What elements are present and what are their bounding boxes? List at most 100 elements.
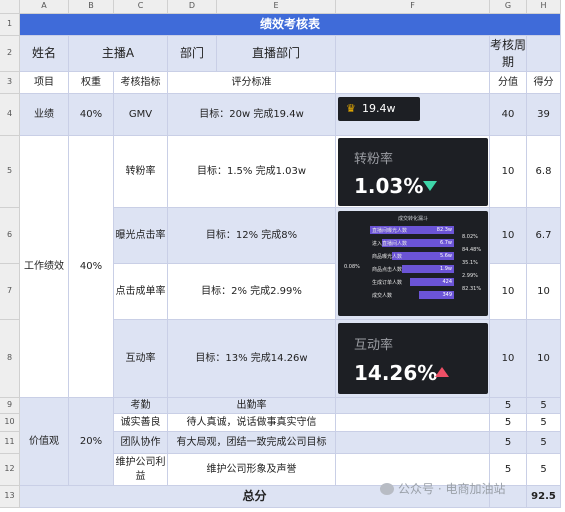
attendance-score-cell[interactable]: 5 bbox=[527, 398, 561, 414]
honesty-score-cell[interactable]: 5 bbox=[527, 414, 561, 432]
row2-blank-cell[interactable] bbox=[336, 36, 490, 72]
performance-item-cell[interactable]: 业绩 bbox=[20, 94, 69, 136]
company-interest-indicator-cell[interactable]: 维护公司利益 bbox=[114, 454, 168, 486]
funnel-rate: 84.48% bbox=[462, 247, 482, 253]
gmv-value-cell[interactable]: 40 bbox=[490, 94, 527, 136]
col-header-a[interactable]: A bbox=[20, 0, 69, 14]
funnel-left-rate: 0.08% bbox=[344, 264, 360, 270]
order-indicator-cell[interactable]: 点击成单率 bbox=[114, 264, 168, 320]
teamwork-standard-cell[interactable]: 有大局观，团结一致完成公司目标 bbox=[168, 432, 336, 454]
fans-score-cell[interactable]: 6.8 bbox=[527, 136, 561, 208]
funnel-stage-label: 成交人数 bbox=[372, 293, 393, 299]
row-header-8[interactable]: 8 bbox=[0, 320, 20, 398]
funnel-stage-value: 82.3w bbox=[436, 227, 452, 233]
header-weight[interactable]: 权重 bbox=[69, 72, 114, 94]
header-item[interactable]: 项目 bbox=[20, 72, 69, 94]
funnel-rate: 2.99% bbox=[462, 273, 478, 279]
dept-label-cell[interactable]: 部门 bbox=[168, 36, 217, 72]
funnel-rate: 8.02% bbox=[462, 234, 478, 240]
attendance-standard-cell[interactable]: 出勤率 bbox=[168, 398, 336, 414]
interact-kpi-value: 14.26% bbox=[354, 361, 438, 385]
header-blank[interactable] bbox=[336, 72, 490, 94]
sheet-title[interactable]: 绩效考核表 bbox=[20, 14, 561, 36]
fans-indicator-cell[interactable]: 转粉率 bbox=[114, 136, 168, 208]
row-header-1[interactable]: 1 bbox=[0, 14, 20, 36]
col-header-f[interactable]: F bbox=[336, 0, 490, 14]
row-header-12[interactable]: 12 bbox=[0, 454, 20, 486]
row-header-6[interactable]: 6 bbox=[0, 208, 20, 264]
interact-standard-cell[interactable]: 目标：13% 完成14.26w bbox=[168, 320, 336, 398]
company-interest-score-cell[interactable]: 5 bbox=[527, 454, 561, 486]
name-label-cell[interactable]: 姓名 bbox=[20, 36, 69, 72]
row-header-5[interactable]: 5 bbox=[0, 136, 20, 208]
funnel-title: 成交转化漏斗 bbox=[398, 216, 429, 222]
teamwork-blank-cell[interactable] bbox=[336, 432, 490, 454]
col-header-e[interactable]: E bbox=[217, 0, 336, 14]
gmv-score-cell[interactable]: 39 bbox=[527, 94, 561, 136]
fans-value-cell[interactable]: 10 bbox=[490, 136, 527, 208]
interact-score-cell[interactable]: 10 bbox=[527, 320, 561, 398]
row-header-11[interactable]: 11 bbox=[0, 432, 20, 454]
total-value-cell[interactable]: 92.5 bbox=[527, 486, 561, 508]
col-header-h[interactable]: H bbox=[527, 0, 561, 14]
col-header-b[interactable]: B bbox=[69, 0, 114, 14]
row-header-3[interactable]: 3 bbox=[0, 72, 20, 94]
teamwork-score-cell[interactable]: 5 bbox=[527, 432, 561, 454]
header-score-got[interactable]: 得分 bbox=[527, 72, 561, 94]
watermark: 公众号 · 电商加油站 bbox=[380, 480, 505, 497]
honesty-standard-cell[interactable]: 待人真诚，说话做事真实守信 bbox=[168, 414, 336, 432]
col-header-g[interactable]: G bbox=[490, 0, 527, 14]
header-indicator[interactable]: 考核指标 bbox=[114, 72, 168, 94]
attendance-value-cell[interactable]: 5 bbox=[490, 398, 527, 414]
funnel-stage-value: 6.7w bbox=[439, 240, 452, 246]
dept-value-cell[interactable]: 直播部门 bbox=[217, 36, 336, 72]
row-header-4[interactable]: 4 bbox=[0, 94, 20, 136]
col-header-c[interactable]: C bbox=[114, 0, 168, 14]
order-score-cell[interactable]: 10 bbox=[527, 264, 561, 320]
interact-kpi-card: 互动率 14.26% bbox=[338, 323, 488, 394]
values-weight-cell[interactable]: 20% bbox=[69, 398, 114, 486]
corner-cell[interactable] bbox=[0, 0, 20, 14]
honesty-value-cell[interactable]: 5 bbox=[490, 414, 527, 432]
performance-weight-cell[interactable]: 40% bbox=[69, 94, 114, 136]
exposure-value-cell[interactable]: 10 bbox=[490, 208, 527, 264]
header-standard[interactable]: 评分标准 bbox=[168, 72, 336, 94]
row-header-13[interactable]: 13 bbox=[0, 486, 20, 508]
header-score-value[interactable]: 分值 bbox=[490, 72, 527, 94]
honesty-indicator-cell[interactable]: 诚实善良 bbox=[114, 414, 168, 432]
row-header-2[interactable]: 2 bbox=[0, 36, 20, 72]
gmv-standard-cell[interactable]: 目标：20w 完成19.4w bbox=[168, 94, 336, 136]
interact-kpi-label: 互动率 bbox=[354, 338, 394, 353]
col-header-d[interactable]: D bbox=[168, 0, 217, 14]
teamwork-value-cell[interactable]: 5 bbox=[490, 432, 527, 454]
row-header-7[interactable]: 7 bbox=[0, 264, 20, 320]
trend-up-icon bbox=[435, 367, 449, 377]
values-item-cell[interactable]: 价值观 bbox=[20, 398, 69, 486]
period-value-cell[interactable] bbox=[527, 36, 561, 72]
teamwork-indicator-cell[interactable]: 团队协作 bbox=[114, 432, 168, 454]
row-header-9[interactable]: 9 bbox=[0, 398, 20, 414]
interact-indicator-cell[interactable]: 互动率 bbox=[114, 320, 168, 398]
interact-value-cell[interactable]: 10 bbox=[490, 320, 527, 398]
honesty-blank-cell[interactable] bbox=[336, 414, 490, 432]
order-standard-cell[interactable]: 目标：2% 完成2.99% bbox=[168, 264, 336, 320]
attendance-blank-cell[interactable] bbox=[336, 398, 490, 414]
order-value-cell[interactable]: 10 bbox=[490, 264, 527, 320]
attendance-indicator-cell[interactable]: 考勤 bbox=[114, 398, 168, 414]
company-interest-standard-cell[interactable]: 维护公司形象及声誉 bbox=[168, 454, 336, 486]
name-value-cell[interactable]: 主播A bbox=[69, 36, 168, 72]
funnel-stage-label: 直播间曝光人数 bbox=[372, 228, 408, 234]
period-label-cell[interactable]: 考核周期 bbox=[490, 36, 527, 72]
fans-standard-cell[interactable]: 目标：1.5% 完成1.03w bbox=[168, 136, 336, 208]
funnel-stage-label: 商品曝光人数 bbox=[372, 254, 403, 260]
work-item-cell[interactable]: 工作绩效 bbox=[20, 136, 69, 398]
watermark-text: 公众号 · 电商加油站 bbox=[398, 482, 506, 496]
gmv-indicator-cell[interactable]: GMV bbox=[114, 94, 168, 136]
work-weight-cell[interactable]: 40% bbox=[69, 136, 114, 398]
funnel-rate: 82.31% bbox=[462, 286, 482, 292]
funnel-rate: 35.1% bbox=[462, 260, 478, 266]
exposure-score-cell[interactable]: 6.7 bbox=[527, 208, 561, 264]
exposure-standard-cell[interactable]: 目标：12% 完成8% bbox=[168, 208, 336, 264]
exposure-indicator-cell[interactable]: 曝光点击率 bbox=[114, 208, 168, 264]
row-header-10[interactable]: 10 bbox=[0, 414, 20, 432]
